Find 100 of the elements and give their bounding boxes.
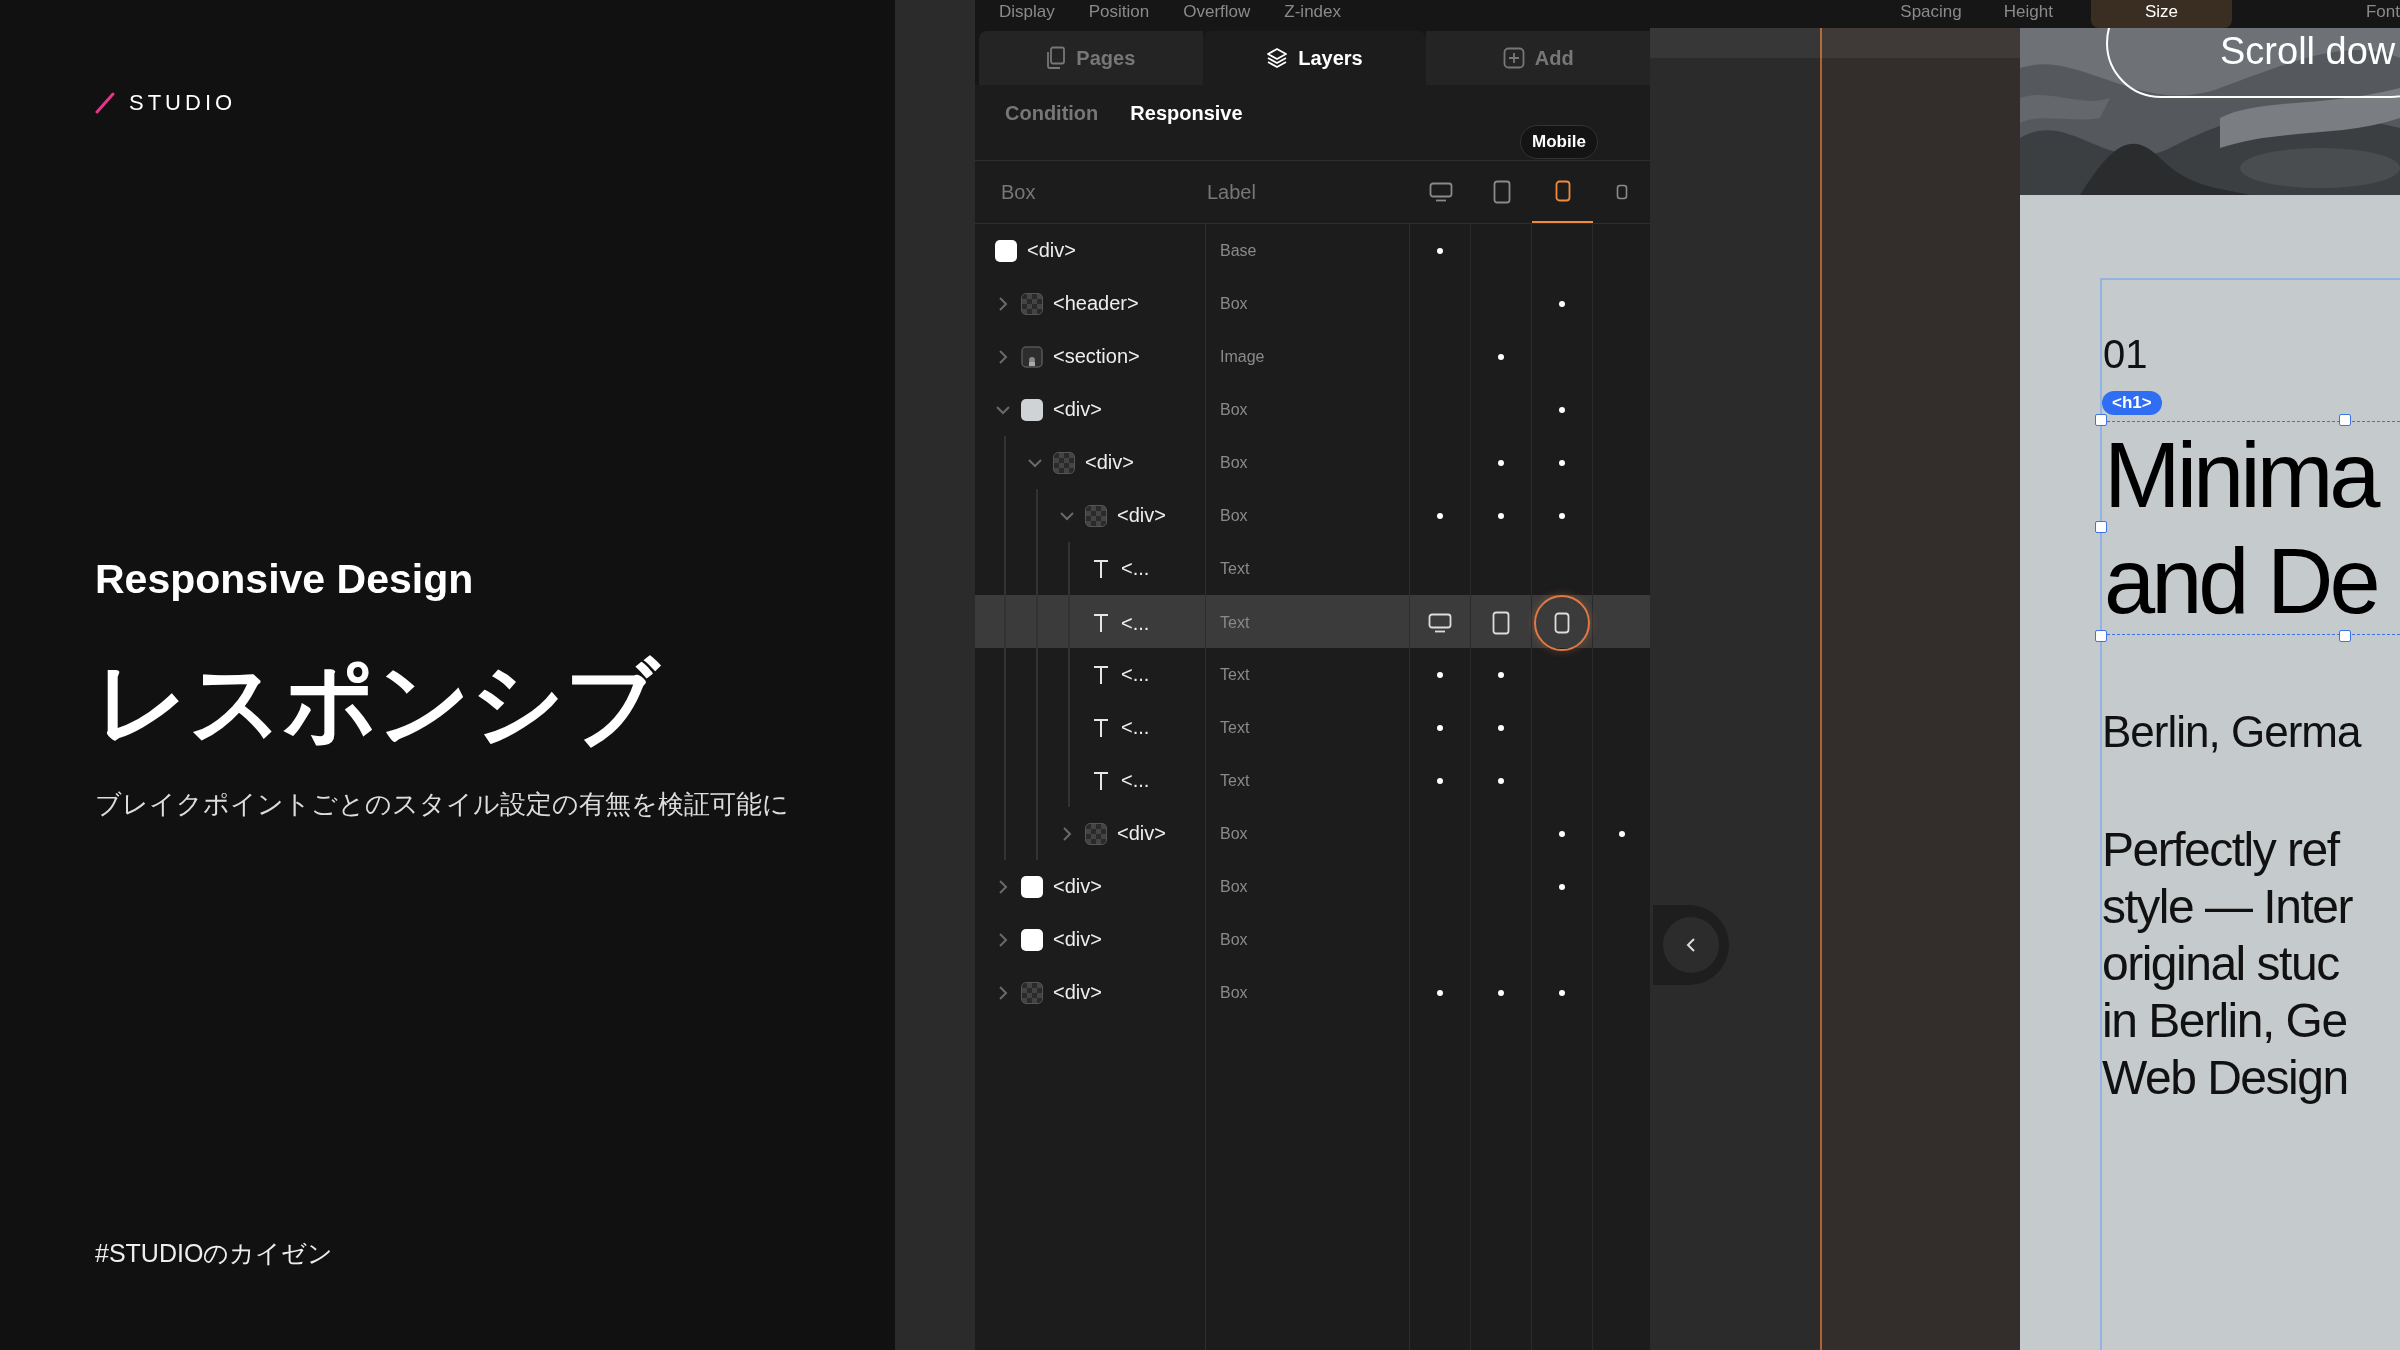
fill-swatch-icon: [1021, 398, 1043, 421]
toolbar-tab[interactable]: Overflow: [1179, 0, 1255, 28]
layer-tag: <div>: [1053, 928, 1102, 951]
text-type-icon: [1091, 612, 1111, 634]
slash-logo-icon: [95, 92, 115, 114]
checker-icon: [1021, 981, 1043, 1004]
toolbar-tab[interactable]: Position: [1084, 0, 1154, 28]
column-header: Box: [1000, 180, 1037, 204]
resize-handle[interactable]: [2095, 414, 2107, 426]
layer-label: Text: [1220, 665, 1250, 684]
layer-row[interactable]: <section> Image: [975, 330, 1650, 383]
paragraph-line: style — Inter: [2102, 879, 2354, 935]
layer-tag: <div>: [1053, 398, 1102, 421]
layer-tag: <...: [1121, 557, 1150, 580]
layer-tag: <div>: [1053, 981, 1102, 1004]
checker-icon: [1085, 504, 1107, 527]
slide-subtitle: ブレイクポイントごとのスタイル設定の有無を検証可能に: [95, 788, 790, 821]
layer-row[interactable]: <... Text: [975, 701, 1650, 754]
toolbar-tab[interactable]: Display: [995, 0, 1059, 28]
layer-label: Box: [1220, 824, 1248, 843]
column-header: Label: [1206, 180, 1257, 204]
plus-square-icon: [1502, 47, 1525, 69]
layers-icon: [1266, 47, 1289, 69]
element-tag-badge: <h1>: [2102, 391, 2162, 415]
layer-row[interactable]: <div> Box: [975, 913, 1650, 966]
layer-label: Base: [1220, 241, 1257, 260]
layer-label: Text: [1220, 614, 1250, 632]
layer-tag: <div>: [1053, 875, 1102, 898]
layer-tag: <...: [1121, 716, 1150, 739]
brand-name: STUDIO: [129, 90, 237, 116]
paragraph-line: Web Design: [2102, 1050, 2349, 1106]
layer-label: Box: [1220, 506, 1248, 525]
layer-tag: <div>: [1027, 239, 1076, 262]
layer-label: Box: [1220, 983, 1248, 1002]
layer-tag: <div>: [1117, 504, 1166, 527]
slide-heading: レスポンシブ: [95, 650, 662, 755]
resize-handle[interactable]: [2339, 414, 2351, 426]
resize-handle[interactable]: [2095, 521, 2107, 533]
checker-icon: [1021, 292, 1043, 315]
layer-tag: <div>: [1085, 451, 1134, 474]
checker-icon: [1053, 451, 1075, 474]
hashtag: #STUDIOのカイゼン: [95, 1238, 335, 1269]
layer-label: Box: [1220, 400, 1248, 419]
toolbar-tab[interactable]: Z-index: [1280, 0, 1345, 28]
layer-row[interactable]: <div> Box: [975, 436, 1650, 489]
layer-tag: <...: [1121, 663, 1150, 686]
sub-tab[interactable]: Responsive: [1116, 102, 1257, 125]
layer-row[interactable]: <... Text: [975, 595, 1650, 648]
heading-line: and De: [2104, 529, 2378, 634]
paragraph-line: Perfectly ref: [2102, 822, 2341, 878]
layer-label: Box: [1220, 453, 1248, 472]
fill-swatch-icon: [1021, 875, 1043, 898]
text-type-icon: [1091, 769, 1111, 792]
pages-icon: [1046, 46, 1067, 70]
active-breakpoint-ring[interactable]: [1534, 595, 1590, 651]
paragraph-line: original stuc: [2102, 936, 2340, 992]
section-number: 01: [2103, 332, 2149, 377]
layer-label: Text: [1220, 559, 1250, 578]
layer-row[interactable]: <... Text: [975, 648, 1650, 701]
layer-row[interactable]: <div> Base: [975, 224, 1650, 277]
resize-handle[interactable]: [2095, 630, 2107, 642]
heading-line: Minima: [2104, 423, 2379, 528]
layer-row[interactable]: <div> Box: [975, 807, 1650, 860]
layer-tag: <...: [1121, 769, 1150, 792]
location-text: Berlin, Germa: [2102, 707, 2363, 757]
fill-swatch-icon: [1021, 928, 1043, 951]
layer-row[interactable]: <div> Box: [975, 489, 1650, 542]
sub-tab[interactable]: Condition: [991, 102, 1113, 125]
layer-row[interactable]: <div> Box: [975, 966, 1650, 1019]
toolbar-tab[interactable]: Height: [1999, 0, 2057, 28]
text-type-icon: [1091, 557, 1111, 580]
layer-tag: <section>: [1053, 345, 1140, 368]
layer-row[interactable]: <... Text: [975, 754, 1650, 807]
toolbar-tab[interactable]: Size: [2090, 0, 2232, 28]
layer-label: Text: [1220, 771, 1250, 790]
layer-label: Image: [1220, 347, 1265, 366]
layer-label: Box: [1220, 930, 1248, 949]
layer-row[interactable]: <div> Box: [975, 383, 1650, 436]
layer-row[interactable]: <header> Box: [975, 277, 1650, 330]
layer-label: Box: [1220, 294, 1248, 313]
text-type-icon: [1091, 663, 1111, 686]
text-type-icon: [1091, 716, 1111, 739]
layer-tag: <...: [1121, 611, 1150, 635]
paragraph-line: in Berlin, Ge: [2102, 993, 2348, 1049]
image-thumbnail-icon: [1021, 345, 1043, 368]
phone-icon: [1554, 612, 1570, 634]
tooltip: Mobile: [1520, 125, 1598, 159]
resize-handle[interactable]: [2339, 630, 2351, 642]
layer-tag: <header>: [1053, 292, 1139, 315]
toolbar-tab[interactable]: Spacing: [1896, 0, 1966, 28]
panel-tab[interactable]: Layers: [1202, 31, 1427, 85]
layer-row[interactable]: <div> Box: [975, 860, 1650, 913]
layer-tag: <div>: [1117, 822, 1166, 845]
fill-swatch-icon: [995, 239, 1017, 262]
checker-icon: [1085, 822, 1107, 845]
layer-label: Text: [1220, 718, 1250, 737]
toolbar-tab[interactable]: Font: [2361, 0, 2400, 28]
scroll-down-button[interactable]: Scroll dow: [2106, 28, 2400, 98]
chevron-left-icon: [1685, 937, 1697, 953]
layer-label: Box: [1220, 877, 1248, 896]
